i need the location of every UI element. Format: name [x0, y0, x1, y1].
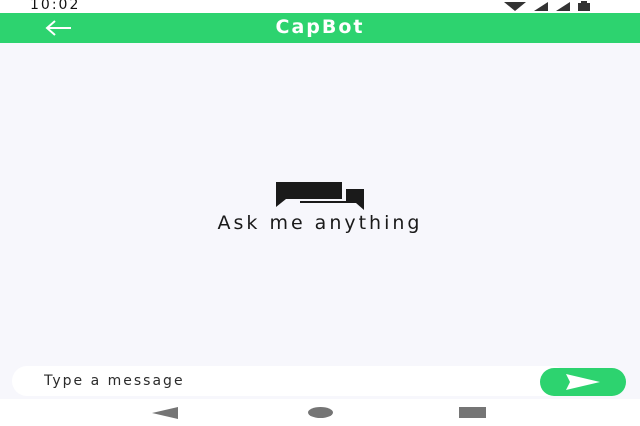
status-icons [504, 1, 590, 11]
empty-state-text: Ask me anything [217, 212, 423, 234]
status-bar: 10:02 [0, 0, 640, 13]
composer [12, 366, 628, 398]
message-input[interactable] [12, 366, 568, 396]
nav-recents-icon[interactable] [459, 407, 486, 418]
empty-state: Ask me anything [0, 182, 640, 234]
system-nav-bar [0, 399, 640, 426]
status-time: 10:02 [30, 0, 81, 13]
app-bar: CapBot [0, 13, 640, 43]
send-icon [566, 374, 600, 390]
nav-home-icon[interactable] [308, 407, 333, 418]
send-button[interactable] [540, 368, 626, 396]
battery-icon [578, 1, 590, 11]
signal-icon [556, 2, 570, 11]
wifi-icon [504, 2, 526, 11]
page-title: CapBot [275, 16, 365, 38]
chat-bubbles-icon [276, 182, 364, 210]
signal-icon [534, 2, 548, 11]
nav-back-icon[interactable] [152, 407, 178, 419]
